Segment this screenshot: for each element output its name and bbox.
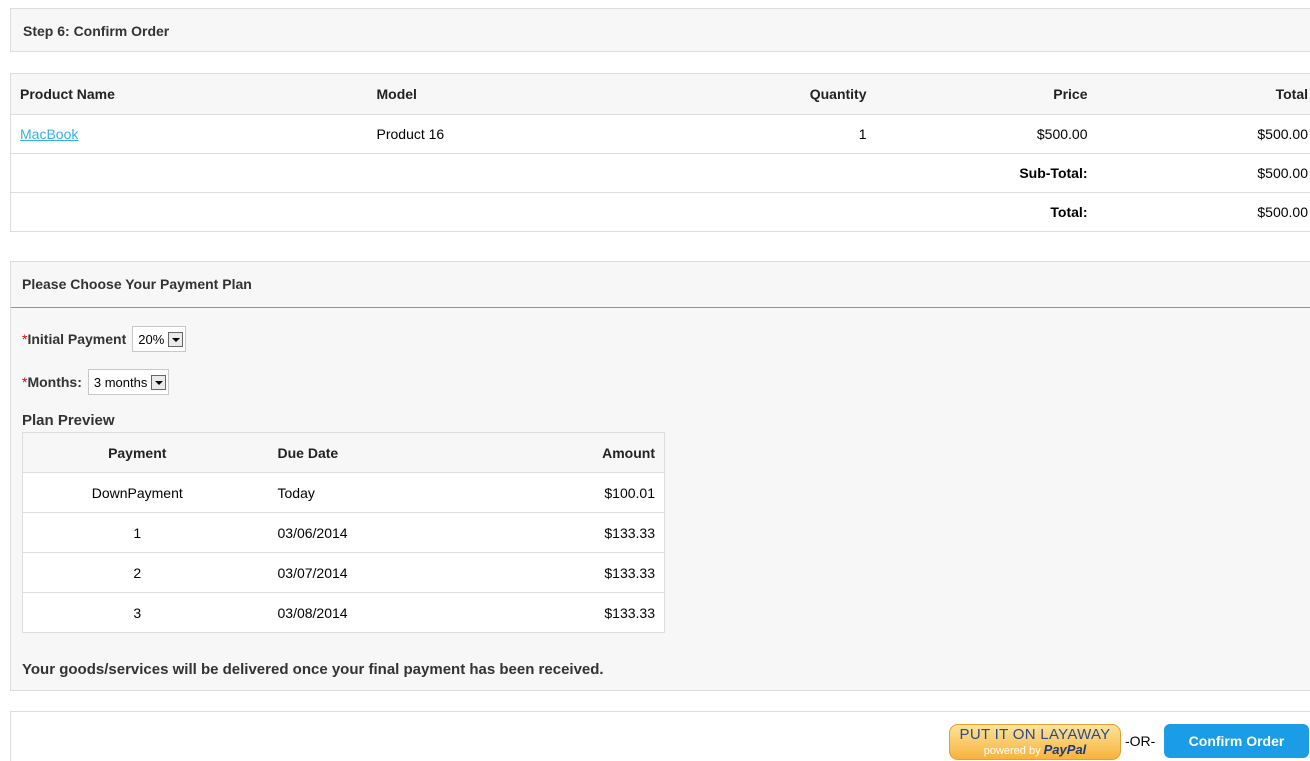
dropdown-arrow-icon <box>151 374 167 390</box>
initial-payment-value: 20% <box>138 331 165 347</box>
product-price: $500.00 <box>875 114 1097 154</box>
product-model: Product 16 <box>367 114 708 154</box>
order-header-row: Product Name Model Quantity Price Total <box>10 73 1310 115</box>
total-label: Total: <box>875 192 1097 232</box>
or-separator: -OR- <box>1125 733 1156 749</box>
initial-payment-select[interactable]: 20% <box>132 326 187 352</box>
table-row: 2 03/07/2014 $133.33 <box>22 552 665 593</box>
plan-payment: DownPayment <box>22 472 252 513</box>
plan-preview-label: Plan Preview <box>22 412 115 429</box>
total-value: $500.00 <box>1096 192 1310 232</box>
product-link-macbook[interactable]: MacBook <box>20 126 78 142</box>
total-row: Total: $500.00 <box>10 192 1310 232</box>
layaway-paypal-button[interactable]: PUT IT ON LAYAWAY powered by PayPal <box>949 724 1121 760</box>
months-label: Months: <box>27 374 82 390</box>
plan-amount: $133.33 <box>451 552 665 593</box>
header-product-name: Product Name <box>10 73 368 115</box>
section-divider <box>11 307 1310 308</box>
months-value: 3 months <box>93 374 148 390</box>
header-total: Total <box>1096 73 1310 115</box>
confirm-order-button[interactable]: Confirm Order <box>1164 724 1309 758</box>
subtotal-row: Sub-Total: $500.00 <box>10 153 1310 193</box>
table-row: 3 03/08/2014 $133.33 <box>22 592 665 633</box>
plan-due-date: 03/07/2014 <box>251 552 452 593</box>
plan-amount: $133.33 <box>451 592 665 633</box>
subtotal-label: Sub-Total: <box>875 153 1097 193</box>
header-quantity: Quantity <box>707 73 876 115</box>
product-quantity: 1 <box>707 114 876 154</box>
payment-plan-title: Please Choose Your Payment Plan <box>22 276 252 292</box>
header-model: Model <box>367 73 708 115</box>
checkout-page: Step 6: Confirm Order Product Name Model… <box>0 0 1310 761</box>
dropdown-arrow-icon <box>168 331 184 347</box>
plan-payment: 2 <box>22 552 252 593</box>
step-header[interactable]: Step 6: Confirm Order <box>10 8 1310 52</box>
subtotal-value: $500.00 <box>1096 153 1310 193</box>
initial-payment-row: * Initial Payment 20% <box>22 326 187 352</box>
delivery-note: Your goods/services will be delivered on… <box>22 661 604 678</box>
plan-payment: 3 <box>22 592 252 633</box>
header-due-date: Due Date <box>251 432 452 473</box>
months-select[interactable]: 3 months <box>87 369 170 395</box>
step-title: Step 6: Confirm Order <box>23 23 170 39</box>
plan-due-date: 03/06/2014 <box>251 512 452 553</box>
plan-due-date: Today <box>251 472 452 513</box>
table-row: MacBook Product 16 1 $500.00 $500.00 <box>10 114 1310 154</box>
initial-payment-label: Initial Payment <box>27 331 127 347</box>
layaway-powered-text: powered by <box>983 745 1041 757</box>
table-row: 1 03/06/2014 $133.33 <box>22 512 665 553</box>
order-table: Product Name Model Quantity Price Total … <box>10 73 1310 232</box>
months-row: * Months: 3 months <box>22 369 170 395</box>
plan-amount: $100.01 <box>451 472 665 513</box>
plan-header-row: Payment Due Date Amount <box>22 432 665 473</box>
paypal-logo: PayPal <box>1043 742 1087 757</box>
table-row: DownPayment Today $100.01 <box>22 472 665 513</box>
plan-preview-table: Payment Due Date Amount DownPayment Toda… <box>22 432 665 633</box>
plan-payment: 1 <box>22 512 252 553</box>
plan-due-date: 03/08/2014 <box>251 592 452 633</box>
order-actions: PUT IT ON LAYAWAY powered by PayPal -OR-… <box>10 711 1310 761</box>
payment-plan-section: Please Choose Your Payment Plan * Initia… <box>10 261 1310 691</box>
header-price: Price <box>875 73 1097 115</box>
product-total: $500.00 <box>1096 114 1310 154</box>
layaway-label: PUT IT ON LAYAWAY <box>959 726 1111 743</box>
plan-amount: $133.33 <box>451 512 665 553</box>
header-payment: Payment <box>22 432 252 473</box>
header-amount: Amount <box>451 432 665 473</box>
